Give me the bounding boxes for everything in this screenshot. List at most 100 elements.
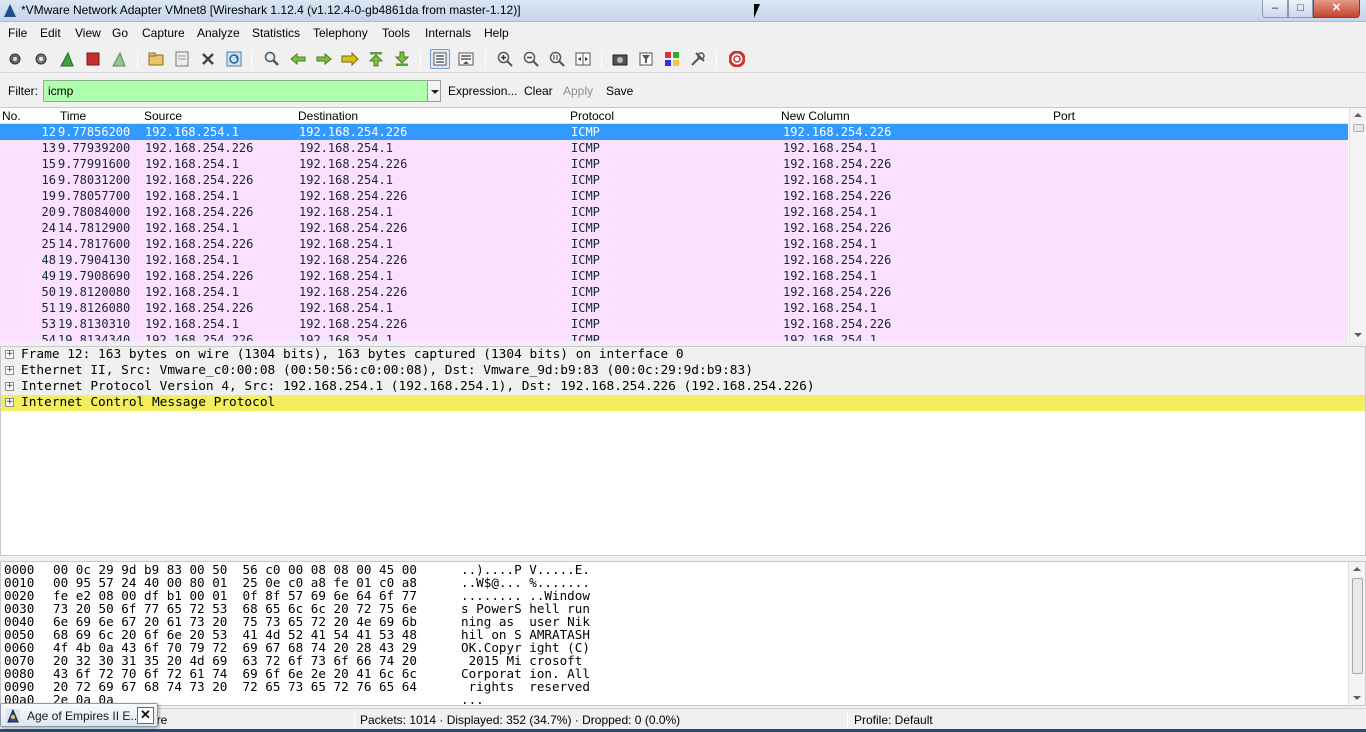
expand-plus-icon[interactable]: +	[5, 398, 14, 407]
clear-filter-button[interactable]: Clear	[524, 84, 553, 98]
interface-list-icon[interactable]	[5, 49, 25, 69]
menu-edit[interactable]: Edit	[40, 26, 61, 40]
capture-options-icon[interactable]	[31, 49, 51, 69]
age-of-empires-icon	[6, 708, 20, 723]
detail-row-ethernet[interactable]: + Ethernet II, Src: Vmware_c0:00:08 (00:…	[1, 363, 1365, 379]
bytes-row[interactable]: 00a0 2e 0a 0a...	[1, 693, 1349, 705]
preferences-icon[interactable]	[688, 49, 708, 69]
cell-source: 192.168.254.226	[145, 333, 254, 341]
column-header-new-column[interactable]: New Column	[781, 109, 850, 123]
taskbar-popup-close-button[interactable]: ✕	[137, 707, 154, 724]
detail-row-frame[interactable]: + Frame 12: 163 bytes on wire (1304 bits…	[1, 347, 1365, 363]
detail-row-icmp[interactable]: + Internet Control Message Protocol	[1, 395, 1365, 411]
find-packet-icon[interactable]	[262, 49, 282, 69]
go-forward-icon[interactable]	[314, 49, 334, 69]
start-capture-icon[interactable]	[57, 49, 77, 69]
zoom-in-icon[interactable]	[495, 49, 515, 69]
menu-file[interactable]: File	[8, 26, 27, 40]
auto-scroll-icon[interactable]	[456, 49, 476, 69]
go-to-packet-icon[interactable]	[340, 49, 360, 69]
wireshark-fin-icon	[4, 4, 16, 17]
menu-bar: File Edit View Go Capture Analyze Statis…	[0, 23, 1366, 43]
close-file-icon[interactable]	[198, 49, 218, 69]
menu-internals[interactable]: Internals	[425, 26, 471, 40]
expression-button[interactable]: Expression...	[448, 84, 517, 98]
open-file-icon[interactable]	[146, 49, 166, 69]
scroll-down-arrow-icon[interactable]	[1353, 696, 1361, 700]
cell-protocol: ICMP	[571, 221, 600, 235]
close-button[interactable]: ✕	[1313, 0, 1360, 18]
menu-analyze[interactable]: Analyze	[197, 26, 240, 40]
apply-filter-button[interactable]: Apply	[563, 84, 593, 98]
menu-go[interactable]: Go	[112, 26, 128, 40]
column-header-port[interactable]: Port	[1053, 109, 1075, 123]
column-header-time[interactable]: Time	[60, 109, 86, 123]
minimize-button[interactable]: –	[1262, 0, 1288, 18]
window-title: *VMware Network Adapter VMnet8 [Wireshar…	[21, 3, 521, 17]
reload-icon[interactable]	[224, 49, 244, 69]
cell-source: 192.168.254.1	[145, 125, 239, 139]
expand-plus-icon[interactable]: +	[5, 366, 14, 375]
expand-plus-icon[interactable]: +	[5, 382, 14, 391]
detail-row-ipv4[interactable]: + Internet Protocol Version 4, Src: 192.…	[1, 379, 1365, 395]
menu-view[interactable]: View	[75, 26, 101, 40]
packet-row[interactable]: 15 9.77991600 192.168.254.1 192.168.254.226…	[0, 156, 1348, 172]
coloring-rules-icon[interactable]	[662, 49, 682, 69]
display-filter-input[interactable]: icmp	[43, 80, 428, 102]
menu-capture[interactable]: Capture	[142, 26, 185, 40]
packet-row[interactable]: 25 14.7817600 192.168.254.226 192.168.254.1…	[0, 236, 1348, 252]
column-header-destination[interactable]: Destination	[298, 109, 358, 123]
column-header-no[interactable]: No.	[2, 109, 21, 123]
first-packet-icon[interactable]	[366, 49, 386, 69]
bytes-row[interactable]: 0090 20 72 69 67 68 74 73 20 72 65 73 65 …	[1, 680, 1349, 693]
main-toolbar	[0, 45, 1366, 73]
expand-plus-icon[interactable]: +	[5, 350, 14, 359]
scrollbar-thumb[interactable]	[1352, 578, 1363, 674]
scroll-up-arrow-icon[interactable]	[1354, 113, 1362, 117]
packet-row[interactable]: 19 9.78057700 192.168.254.1 192.168.254.226…	[0, 188, 1348, 204]
scrollbar-thumb[interactable]	[1353, 124, 1364, 132]
menu-tools[interactable]: Tools	[382, 26, 410, 40]
column-header-source[interactable]: Source	[144, 109, 182, 123]
resize-columns-icon[interactable]	[573, 49, 593, 69]
colorize-icon[interactable]	[430, 49, 450, 69]
maximize-button[interactable]: □	[1288, 0, 1313, 18]
column-header-protocol[interactable]: Protocol	[570, 109, 614, 123]
packet-row[interactable]: 24 14.7812900 192.168.254.1 192.168.254.226…	[0, 220, 1348, 236]
menu-telephony[interactable]: Telephony	[313, 26, 368, 40]
packet-row[interactable]: 12 9.77856200 192.168.254.1 192.168.254.226…	[0, 124, 1348, 140]
packet-row[interactable]: 16 9.78031200 192.168.254.226 192.168.254.1…	[0, 172, 1348, 188]
menu-help[interactable]: Help	[484, 26, 509, 40]
normal-size-icon[interactable]	[547, 49, 567, 69]
packet-list-scrollbar[interactable]	[1349, 108, 1366, 341]
packet-row[interactable]: 50 19.8120080 192.168.254.1 192.168.254.226…	[0, 284, 1348, 300]
filter-label: Filter:	[8, 84, 38, 98]
menu-statistics[interactable]: Statistics	[252, 26, 300, 40]
go-back-icon[interactable]	[288, 49, 308, 69]
packet-row[interactable]: 53 19.8130310 192.168.254.1 192.168.254.226…	[0, 316, 1348, 332]
filter-history-dropdown[interactable]	[427, 80, 441, 102]
packet-row[interactable]: 13 9.77939200 192.168.254.226 192.168.254.1…	[0, 140, 1348, 156]
last-packet-icon[interactable]	[392, 49, 412, 69]
cell-protocol: ICMP	[571, 157, 600, 171]
bytes-rows: 0000 00 0c 29 9d b9 83 00 50 56 c0 00 08 …	[1, 563, 1349, 705]
scroll-up-arrow-icon[interactable]	[1353, 567, 1361, 571]
display-filters-icon[interactable]	[636, 49, 656, 69]
packet-row[interactable]: 20 9.78084000 192.168.254.226 192.168.254.1…	[0, 204, 1348, 220]
capture-filters-icon[interactable]	[610, 49, 630, 69]
scroll-down-arrow-icon[interactable]	[1354, 333, 1362, 337]
help-icon[interactable]	[727, 49, 747, 69]
packet-row[interactable]: 49 19.7908690 192.168.254.226 192.168.254.1…	[0, 268, 1348, 284]
packet-row[interactable]: 48 19.7904130 192.168.254.1 192.168.254.226…	[0, 252, 1348, 268]
save-filter-button[interactable]: Save	[606, 84, 633, 98]
bytes-scrollbar[interactable]	[1348, 562, 1365, 705]
zoom-out-icon[interactable]	[521, 49, 541, 69]
packet-row[interactable]: 51 19.8126080 192.168.254.226 192.168.254.1…	[0, 300, 1348, 316]
cell-time: 9.78084000	[58, 205, 131, 219]
stop-capture-icon[interactable]	[83, 49, 103, 69]
packet-row[interactable]: 54 19.8134340 192.168.254.226 192.168.254.1…	[0, 332, 1348, 341]
save-file-icon[interactable]	[172, 49, 192, 69]
restart-capture-icon[interactable]	[109, 49, 129, 69]
taskbar-preview-popup[interactable]: Age of Empires II E... ✕	[0, 703, 158, 727]
status-profile[interactable]: Profile: Default	[854, 713, 933, 727]
